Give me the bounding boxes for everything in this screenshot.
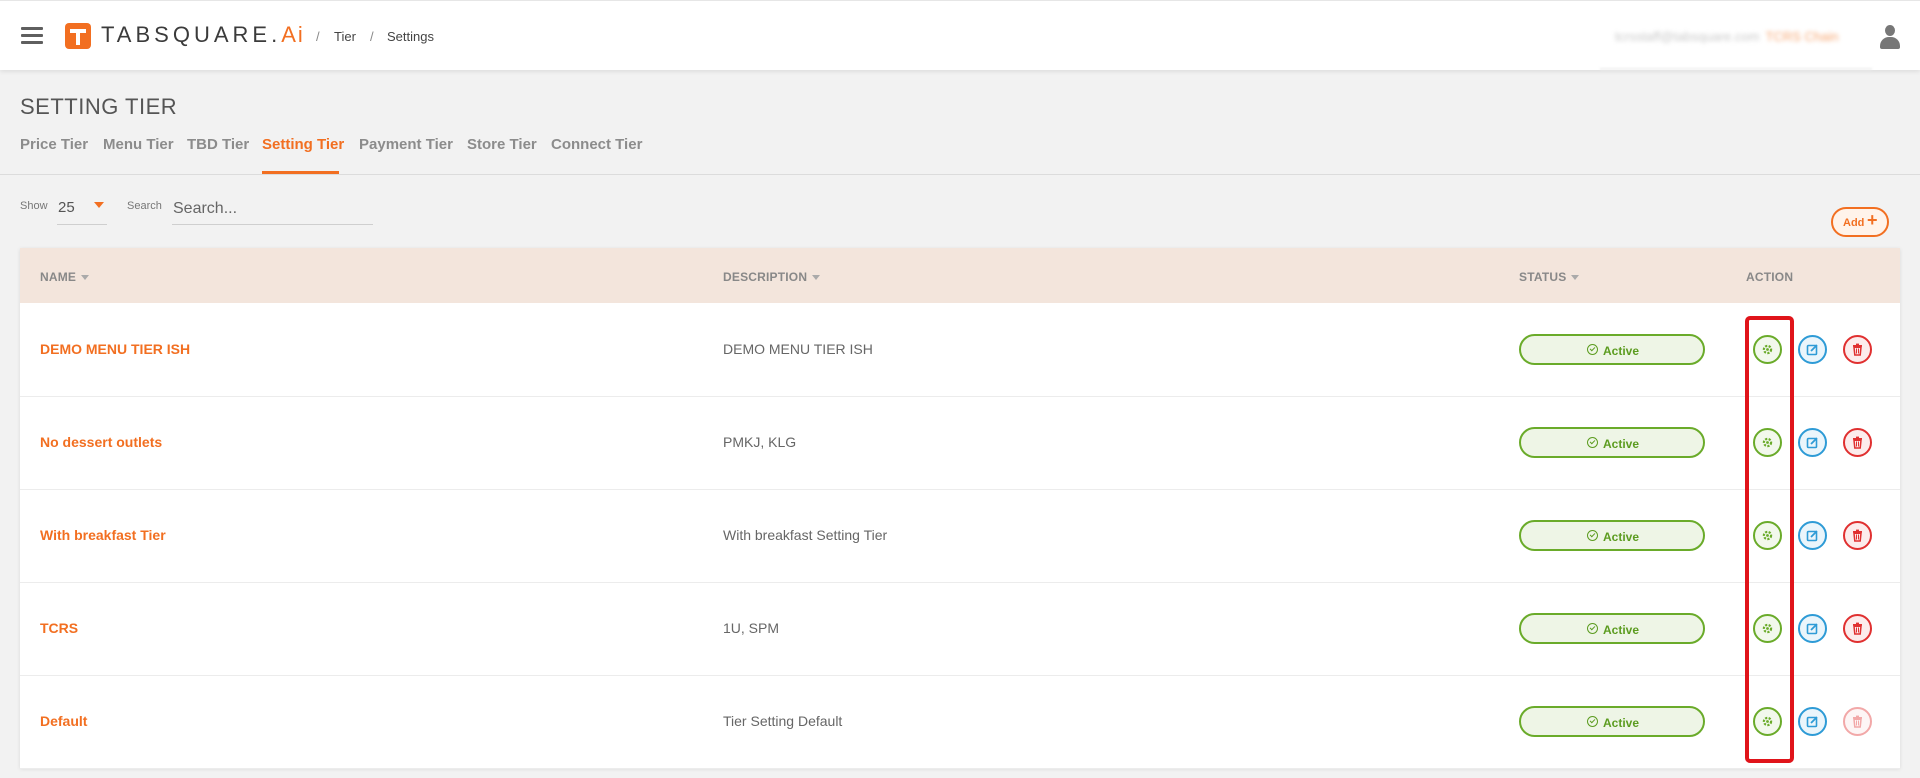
logo-icon [65, 23, 91, 49]
breadcrumb-separator: / [370, 29, 374, 44]
user-email: tcrsstaff@tabsquare.com [1615, 29, 1760, 44]
status-badge: Active [1519, 706, 1705, 737]
edit-icon[interactable] [1798, 335, 1827, 364]
column-header-name[interactable]: NAME [40, 270, 90, 284]
tab-menu-tier[interactable]: Menu Tier [103, 136, 174, 153]
tab-store-tier[interactable]: Store Tier [467, 136, 537, 153]
status-text: Active [1603, 623, 1640, 637]
user-info[interactable]: tcrsstaff@tabsquare.com TCRS Chain [1615, 29, 1838, 44]
tier-name[interactable]: TCRS [40, 620, 78, 636]
trash-icon[interactable] [1843, 335, 1872, 364]
tabs-divider [0, 174, 1920, 175]
brand-logo[interactable]: TABSQUARE.Ai [101, 22, 305, 48]
status-badge: Active [1519, 427, 1705, 458]
table-row: Default Tier Setting Default Active [20, 675, 1900, 769]
add-button[interactable]: Add + [1831, 207, 1889, 237]
column-header-status[interactable]: STATUS [1519, 270, 1580, 284]
tier-name[interactable]: DEMO MENU TIER ISH [40, 341, 190, 357]
column-header-action: ACTION [1746, 270, 1794, 284]
tier-name[interactable]: With breakfast Tier [40, 527, 166, 543]
check-circle-icon [1587, 623, 1598, 634]
tier-description: 1U, SPM [723, 620, 780, 636]
sort-icon [812, 275, 821, 281]
trash-icon[interactable] [1843, 521, 1872, 550]
caret-down-icon [94, 202, 104, 208]
gear-icon[interactable] [1753, 614, 1782, 643]
tab-price-tier[interactable]: Price Tier [20, 136, 88, 153]
status-text: Active [1603, 344, 1640, 358]
tier-description: DEMO MENU TIER ISH [723, 341, 873, 357]
breadcrumb-tier[interactable]: Tier [334, 29, 356, 44]
gear-icon[interactable] [1753, 521, 1782, 550]
status-text: Active [1603, 716, 1640, 730]
page-size-value: 25 [58, 199, 75, 216]
edit-icon[interactable] [1798, 707, 1827, 736]
table-row: With breakfast Tier With breakfast Settin… [20, 489, 1900, 583]
add-button-label: Add [1843, 217, 1865, 229]
edit-icon[interactable] [1798, 614, 1827, 643]
gear-icon[interactable] [1753, 428, 1782, 457]
page-size-select[interactable]: 25 [57, 196, 107, 225]
edit-icon[interactable] [1798, 521, 1827, 550]
tier-description: Tier Setting Default [723, 713, 843, 729]
tier-name[interactable]: Default [40, 713, 87, 729]
table-row: DEMO MENU TIER ISH DEMO MENU TIER ISH Acti… [20, 303, 1900, 397]
table-row: No dessert outlets PMKJ, KLG Active [20, 396, 1900, 490]
tab-tbd-tier[interactable]: TBD Tier [187, 136, 249, 153]
trash-icon[interactable] [1843, 614, 1872, 643]
trash-icon [1843, 707, 1872, 736]
gear-icon[interactable] [1753, 335, 1782, 364]
user-icon[interactable] [1880, 25, 1900, 51]
tier-description: With breakfast Setting Tier [723, 527, 888, 543]
table-header: NAME DESCRIPTION STATUS ACTION [20, 248, 1900, 303]
tier-description: PMKJ, KLG [723, 434, 797, 450]
tab-payment-tier[interactable]: Payment Tier [359, 136, 453, 153]
page-title: SETTING TIER [20, 94, 178, 119]
user-divider [1600, 68, 1872, 70]
status-badge: Active [1519, 520, 1705, 551]
column-header-description[interactable]: DESCRIPTION [723, 270, 821, 284]
show-label: Show [20, 200, 48, 212]
table-row: TCRS 1U, SPM Active [20, 582, 1900, 676]
tab-setting-tier[interactable]: Setting Tier [262, 136, 344, 153]
tab-connect-tier[interactable]: Connect Tier [551, 136, 642, 153]
status-text: Active [1603, 530, 1640, 544]
status-badge: Active [1519, 613, 1705, 644]
menu-icon[interactable] [21, 27, 43, 45]
sort-icon [81, 275, 90, 281]
tier-table: NAME DESCRIPTION STATUS ACTION DEMO MENU… [20, 248, 1900, 769]
search-input[interactable] [172, 194, 373, 225]
check-circle-icon [1587, 344, 1598, 355]
plus-icon: + [1867, 210, 1878, 230]
status-text: Active [1603, 437, 1640, 451]
tier-name[interactable]: No dessert outlets [40, 434, 162, 450]
user-name: TCRS Chain [1765, 29, 1839, 44]
breadcrumb-separator: / [316, 29, 320, 44]
trash-icon[interactable] [1843, 428, 1872, 457]
status-badge: Active [1519, 334, 1705, 365]
check-circle-icon [1587, 716, 1598, 727]
edit-icon[interactable] [1798, 428, 1827, 457]
search-label: Search [127, 200, 162, 212]
sort-icon [1571, 275, 1580, 281]
breadcrumb-settings: Settings [387, 29, 434, 44]
check-circle-icon [1587, 437, 1598, 448]
gear-icon[interactable] [1753, 707, 1782, 736]
top-bar: TABSQUARE.Ai / Tier / Settings tcrsstaff… [0, 0, 1920, 70]
check-circle-icon [1587, 530, 1598, 541]
